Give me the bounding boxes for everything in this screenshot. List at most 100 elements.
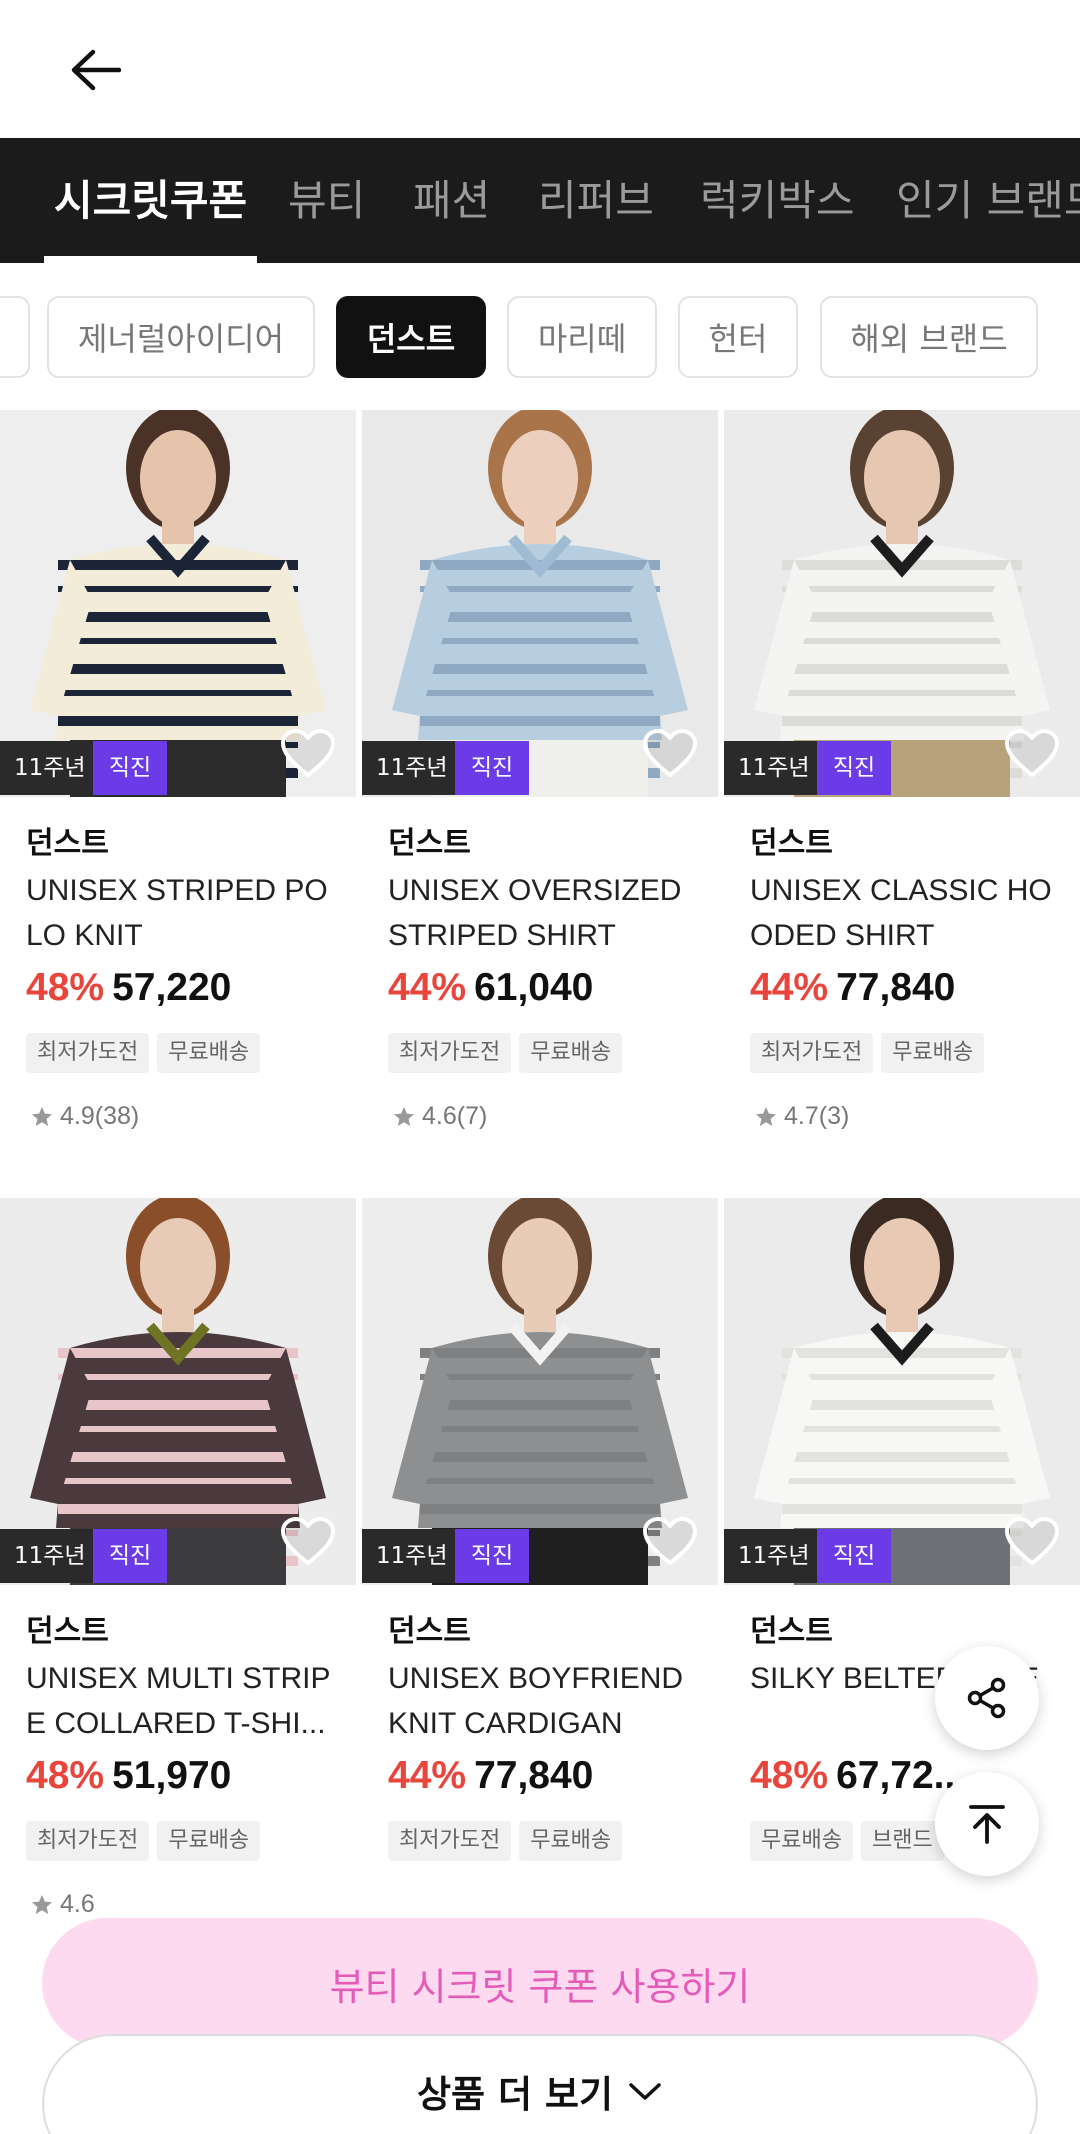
brand-chip-hunter[interactable]: 헌터 bbox=[678, 296, 798, 378]
product-card[interactable]: 11주년 직진 던스트 UNISEX CLASSIC HO ODED SHIRT… bbox=[724, 410, 1080, 1170]
product-brand: 던스트 bbox=[388, 1614, 471, 1649]
price-row: 44% 77,840 bbox=[750, 966, 955, 1010]
top-bar bbox=[0, 0, 1080, 138]
heart-icon bbox=[643, 729, 697, 777]
brand-chip-dunst[interactable]: 던스트 bbox=[336, 296, 486, 378]
discount-rate: 44% bbox=[388, 1754, 467, 1797]
share-button[interactable] bbox=[935, 1646, 1039, 1750]
product-tag: 최저가도전 bbox=[388, 1033, 512, 1073]
star-icon bbox=[32, 1894, 52, 1914]
sale-price: 61,040 bbox=[474, 966, 594, 1009]
product-tag: 무료배송 bbox=[157, 1033, 261, 1073]
product-brand: 던스트 bbox=[26, 1614, 109, 1649]
product-tag: 최저가도전 bbox=[750, 1033, 874, 1073]
direct-badge: 직진 bbox=[817, 1529, 891, 1583]
sale-price: 77,840 bbox=[474, 1754, 594, 1797]
product-tag: 무료배송 bbox=[881, 1033, 985, 1073]
product-card[interactable]: 11주년 직진 던스트 UNISEX OVERSIZED STRIPED SHI… bbox=[362, 410, 718, 1170]
see-more-label: 상품 더 보기 bbox=[417, 2073, 613, 2116]
product-tag: 브랜드 bbox=[860, 1821, 944, 1861]
product-rating: 4.9(38) bbox=[30, 1102, 139, 1131]
tab-beauty[interactable]: 뷰티 bbox=[288, 138, 365, 263]
see-more-products-button[interactable]: 상품 더 보기 bbox=[42, 2034, 1038, 2134]
product-name[interactable]: UNISEX STRIPED PO LO KNIT bbox=[26, 868, 346, 958]
product-name[interactable]: UNISEX OVERSIZED STRIPED SHIRT bbox=[388, 868, 708, 958]
tab-lucky-box[interactable]: 럭키박스 bbox=[700, 138, 855, 263]
discount-rate: 44% bbox=[750, 966, 829, 1009]
heart-icon bbox=[1005, 729, 1059, 777]
product-name[interactable]: UNISEX CLASSIC HO ODED SHIRT bbox=[750, 868, 1070, 958]
sale-price: 77,840 bbox=[836, 966, 956, 1009]
anniversary-badge: 11주년 bbox=[0, 741, 100, 795]
product-rating: 4.6(7) bbox=[392, 1102, 487, 1131]
direct-badge: 직진 bbox=[455, 1529, 529, 1583]
discount-rate: 48% bbox=[26, 966, 105, 1009]
product-tag: 무료배송 bbox=[519, 1821, 623, 1861]
product-tags: 최저가도전 무료배송 bbox=[26, 1821, 268, 1861]
product-name[interactable]: UNISEX BOYFRIEND KNIT CARDIGAN bbox=[388, 1656, 708, 1746]
direct-badge: 직진 bbox=[817, 741, 891, 795]
arrow-left-icon bbox=[71, 49, 121, 91]
price-row: 44% 61,040 bbox=[388, 966, 593, 1010]
beauty-secret-coupon-button[interactable]: 뷰티 시크릿 쿠폰 사용하기 bbox=[42, 1918, 1038, 2048]
brand-chip-row: 제너럴아이디어 던스트 마리떼 헌터 해외 브랜드 bbox=[0, 296, 1080, 378]
back-button[interactable] bbox=[60, 40, 130, 100]
brand-chip-prev[interactable] bbox=[0, 296, 30, 378]
product-tags: 최저가도전 무료배송 bbox=[388, 1033, 630, 1073]
product-tags: 최저가도전 무료배송 bbox=[750, 1033, 992, 1073]
star-icon bbox=[756, 1106, 776, 1126]
rating-value: 4.6(7) bbox=[422, 1102, 488, 1130]
star-icon bbox=[32, 1106, 52, 1126]
wishlist-button[interactable] bbox=[1004, 1516, 1060, 1568]
wishlist-button[interactable] bbox=[642, 728, 698, 780]
price-row: 44% 77,840 bbox=[388, 1754, 593, 1798]
share-icon bbox=[967, 1677, 1006, 1719]
product-tag: 무료배송 bbox=[157, 1821, 261, 1861]
product-tag: 최저가도전 bbox=[388, 1821, 512, 1861]
anniversary-badge: 11주년 bbox=[0, 1529, 100, 1583]
tab-popular-brand[interactable]: 인기 브랜드 bbox=[896, 138, 1080, 263]
product-tags: 최저가도전 무료배송 bbox=[26, 1033, 268, 1073]
direct-badge: 직진 bbox=[93, 1529, 167, 1583]
brand-chip-overseas[interactable]: 해외 브랜드 bbox=[820, 296, 1038, 378]
product-rating: 4.7(3) bbox=[754, 1102, 849, 1131]
product-card[interactable]: 11주년 직진 던스트 UNISEX MULTI STRIP E COLLARE… bbox=[0, 1198, 356, 1958]
anniversary-badge: 11주년 bbox=[724, 1529, 824, 1583]
sale-price: 51,970 bbox=[112, 1754, 232, 1797]
brand-chip-marithe[interactable]: 마리떼 bbox=[507, 296, 657, 378]
wishlist-button[interactable] bbox=[280, 728, 336, 780]
wishlist-button[interactable] bbox=[1004, 728, 1060, 780]
tab-fashion[interactable]: 패션 bbox=[413, 138, 490, 263]
sale-price: 57,220 bbox=[112, 966, 232, 1009]
product-tag: 최저가도전 bbox=[26, 1821, 150, 1861]
discount-rate: 48% bbox=[750, 1754, 829, 1797]
tab-secret-coupon[interactable]: 시크릿쿠폰 bbox=[43, 138, 258, 263]
rating-value: 4.6 bbox=[60, 1890, 95, 1918]
product-brand: 던스트 bbox=[388, 826, 471, 861]
tab-refurb[interactable]: 리퍼브 bbox=[538, 138, 654, 263]
scroll-top-button[interactable] bbox=[935, 1772, 1039, 1876]
discount-rate: 48% bbox=[26, 1754, 105, 1797]
heart-icon bbox=[281, 729, 335, 777]
wishlist-button[interactable] bbox=[280, 1516, 336, 1568]
discount-rate: 44% bbox=[388, 966, 467, 1009]
product-name[interactable]: UNISEX MULTI STRIP E COLLARED T-SHI... bbox=[26, 1656, 346, 1746]
anniversary-badge: 11주년 bbox=[362, 1529, 462, 1583]
category-tabs: 시크릿쿠폰 뷰티 패션 리퍼브 럭키박스 인기 브랜드 bbox=[0, 138, 1080, 263]
rating-value: 4.9(38) bbox=[60, 1102, 140, 1130]
scroll-top-icon bbox=[969, 1805, 1005, 1844]
direct-badge: 직진 bbox=[93, 741, 167, 795]
heart-icon bbox=[1005, 1517, 1059, 1565]
brand-chip-general-idea[interactable]: 제너럴아이디어 bbox=[47, 296, 315, 378]
price-row: 48% 57,220 bbox=[26, 966, 231, 1010]
product-card[interactable]: 11주년 직진 던스트 UNISEX STRIPED PO LO KNIT 48… bbox=[0, 410, 356, 1170]
wishlist-button[interactable] bbox=[642, 1516, 698, 1568]
product-tags: 무료배송 브랜드 bbox=[750, 1821, 952, 1861]
star-icon bbox=[394, 1106, 414, 1126]
heart-icon bbox=[281, 1517, 335, 1565]
product-tags: 최저가도전 무료배송 bbox=[388, 1821, 630, 1861]
product-brand: 던스트 bbox=[750, 826, 833, 861]
heart-icon bbox=[643, 1517, 697, 1565]
product-tag: 무료배송 bbox=[750, 1821, 853, 1861]
product-card[interactable]: 11주년 직진 던스트 UNISEX BOYFRIEND KNIT CARDIG… bbox=[362, 1198, 718, 1958]
